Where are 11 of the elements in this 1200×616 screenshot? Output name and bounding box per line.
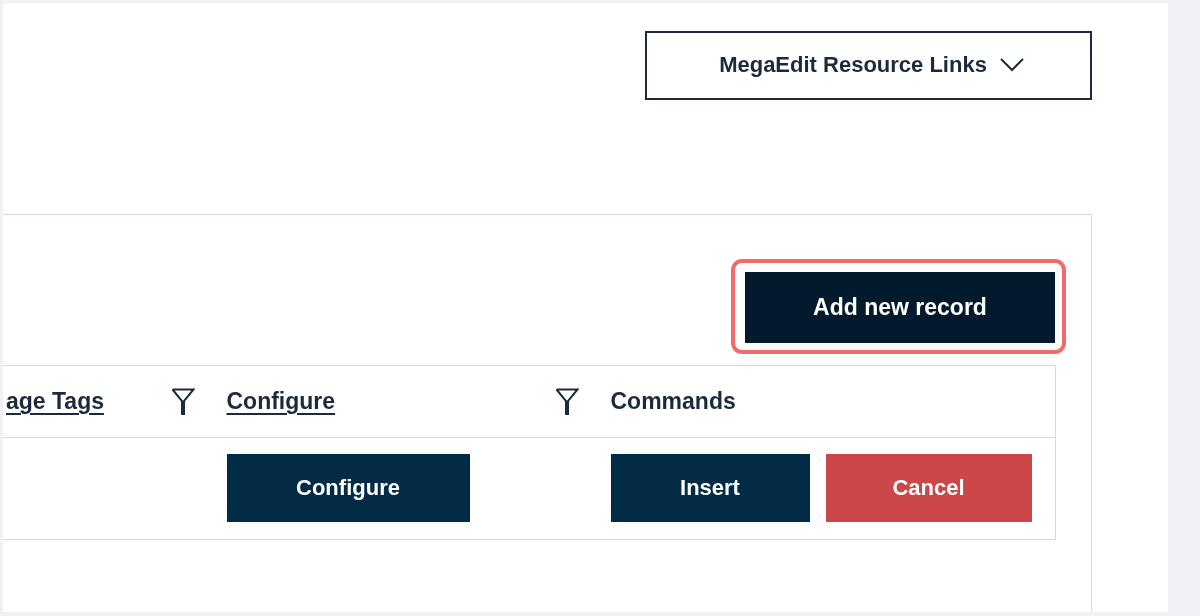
- row-action-button[interactable]: Cancel: [825, 454, 1032, 522]
- filter-icon[interactable]: [170, 387, 195, 416]
- chevron-down-icon: [999, 57, 1024, 72]
- row-action-button[interactable]: Configure: [226, 454, 470, 522]
- column-title: Commands: [610, 388, 736, 415]
- sort-link[interactable]: Configure: [226, 388, 336, 415]
- row-action-button[interactable]: Insert: [610, 454, 810, 522]
- filter-icon[interactable]: [554, 387, 579, 416]
- sort-link[interactable]: age Tags: [6, 388, 104, 415]
- resource-links-dropdown[interactable]: MegaEdit Resource Links: [645, 31, 1092, 100]
- add-record-button[interactable]: Add new record: [745, 272, 1055, 343]
